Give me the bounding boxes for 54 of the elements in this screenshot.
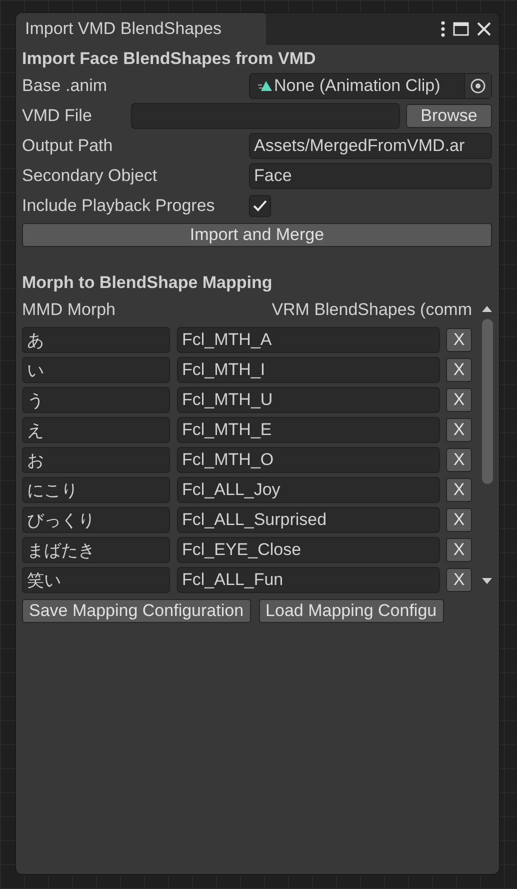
remove-button[interactable]: X [446, 508, 472, 532]
remove-button[interactable]: X [446, 568, 472, 592]
blendshape-field[interactable]: Fcl_MTH_E [177, 417, 440, 443]
blendshape-field[interactable]: Fcl_ALL_Surprised [177, 507, 440, 533]
text-field[interactable]: Face [249, 163, 492, 189]
remove-button[interactable]: X [446, 478, 472, 502]
target-icon[interactable] [464, 74, 491, 98]
remove-button[interactable]: X [446, 448, 472, 472]
field-label: Secondary Object [22, 166, 158, 186]
blendshape-field[interactable]: Fcl_ALL_Fun [177, 567, 440, 593]
field-label: VMD File [22, 106, 93, 126]
section-heading: Morph to BlendShape Mapping [22, 272, 274, 294]
field-label: Output Path [22, 136, 114, 156]
window-tab[interactable]: Import VMD BlendShapes [16, 13, 266, 45]
morph-field[interactable]: にこり [22, 477, 170, 503]
blendshape-field[interactable]: Fcl_MTH_O [177, 447, 440, 473]
morph-field[interactable]: あ [22, 327, 170, 353]
file-field[interactable] [131, 103, 400, 129]
morph-field[interactable]: う [22, 387, 170, 413]
blendshape-field[interactable]: Fcl_EYE_Close [177, 537, 440, 563]
morph-field[interactable]: 笑い [22, 567, 170, 593]
text-field[interactable]: Assets/MergedFromVMD.ar [249, 133, 492, 159]
scroll-down-icon[interactable] [481, 577, 493, 585]
mapping-button[interactable]: Save Mapping Configuration [22, 599, 251, 623]
morph-field[interactable]: お [22, 447, 170, 473]
close-icon[interactable] [477, 22, 491, 36]
remove-button[interactable]: X [446, 538, 472, 562]
morph-field[interactable]: え [22, 417, 170, 443]
field-label: Base .anim [22, 76, 108, 96]
blendshape-field[interactable]: Fcl_MTH_I [177, 357, 440, 383]
check-icon [253, 200, 267, 212]
morph-field[interactable]: まばたき [22, 537, 170, 563]
animation-clip-icon [258, 80, 272, 92]
import-button[interactable]: Import and Merge [22, 223, 492, 247]
browse-button[interactable]: Browse [406, 104, 492, 128]
remove-button[interactable]: X [446, 388, 472, 412]
checkbox[interactable] [249, 195, 271, 217]
section-heading: Import Face BlendShapes from VMD [22, 48, 317, 70]
more-icon[interactable] [441, 21, 445, 37]
column-header: MMD Morph [22, 300, 116, 320]
remove-button[interactable]: X [446, 358, 472, 382]
maximize-icon[interactable] [453, 22, 469, 36]
field-label: Include Playback Progres [22, 196, 216, 216]
mapping-button[interactable]: Load Mapping Configu [258, 599, 444, 623]
scroll-up-icon[interactable] [481, 305, 493, 313]
remove-button[interactable]: X [446, 328, 472, 352]
column-header: VRM BlendShapes (comm [272, 300, 472, 320]
morph-field[interactable]: びっくり [22, 507, 170, 533]
blendshape-field[interactable]: Fcl_MTH_A [177, 327, 440, 353]
remove-button[interactable]: X [446, 418, 472, 442]
blendshape-field[interactable]: Fcl_ALL_Joy [177, 477, 440, 503]
morph-field[interactable]: い [22, 357, 170, 383]
object-field[interactable]: None (Animation Clip) [249, 73, 492, 99]
blendshape-field[interactable]: Fcl_MTH_U [177, 387, 440, 413]
